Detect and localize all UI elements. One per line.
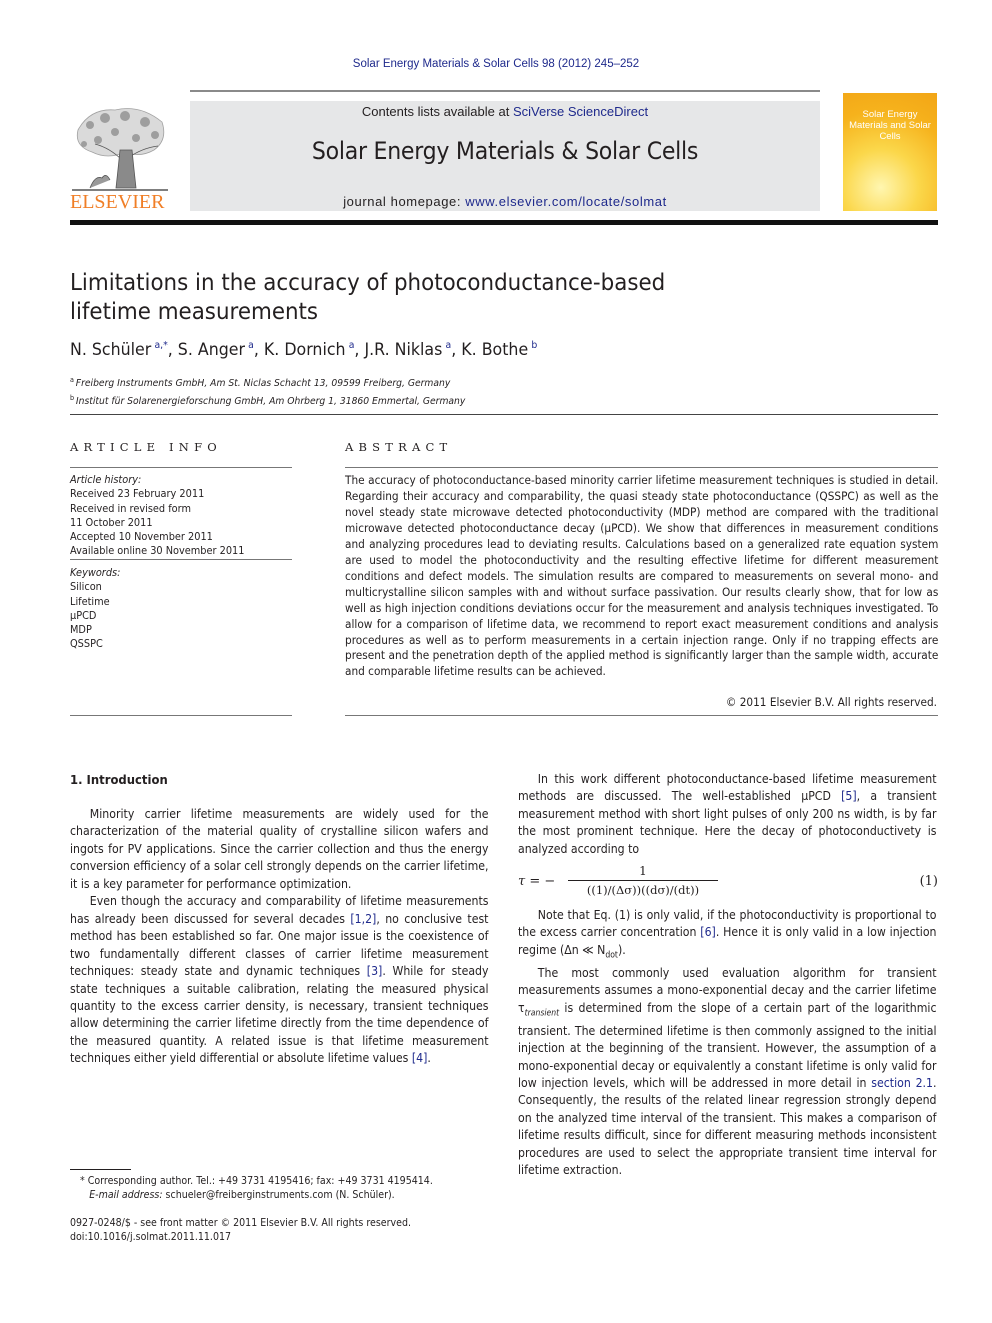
homepage-prefix: journal homepage: xyxy=(343,194,466,209)
divider xyxy=(345,467,938,468)
journal-title: Solar Energy Materials & Solar Cells xyxy=(311,137,699,165)
email-label: E-mail address: xyxy=(89,1189,163,1202)
author-affiliation-mark[interactable]: a,* xyxy=(154,340,167,351)
contents-availability: Contents lists available at SciVerse Sci… xyxy=(190,104,820,119)
right-column-bottom: Note that Eq. (1) is only valid, if the … xyxy=(518,907,937,1180)
divider xyxy=(345,715,938,716)
footnotes: * Corresponding author. Tel.: +49 3731 4… xyxy=(80,1174,433,1202)
history-label: Article history: xyxy=(70,474,142,486)
homepage-link[interactable]: www.elsevier.com/locate/solmat xyxy=(465,194,667,209)
keywords: Keywords: Silicon Lifetime µPCD MDP QSSP… xyxy=(70,566,284,652)
journal-homepage: journal homepage: www.elsevier.com/locat… xyxy=(190,194,820,209)
author-affiliation-mark[interactable]: b xyxy=(531,340,537,351)
equation-number: (1) xyxy=(919,874,938,889)
affiliation-mark: a xyxy=(70,376,74,384)
paragraph: In this work different photoconductance-… xyxy=(518,772,937,856)
abstract-heading: ABSTRACT xyxy=(345,440,453,454)
divider xyxy=(70,715,292,716)
article-info-heading: ARTICLE INFO xyxy=(70,440,222,454)
masthead-box: Contents lists available at SciVerse Sci… xyxy=(190,101,820,211)
affiliations: a Freiberg Instruments GmbH, Am St. Nicl… xyxy=(70,373,465,409)
history-entry: Received 23 February 2011 xyxy=(70,488,205,501)
issn-doi-block: 0927-0248/$ - see front matter © 2011 El… xyxy=(70,1216,411,1244)
author-affiliation-mark[interactable]: a xyxy=(446,340,452,351)
affiliation: b Institut für Solarenergieforschung Gmb… xyxy=(70,391,465,409)
contents-prefix: Contents lists available at xyxy=(361,104,513,119)
equation-fraction: 1 ((1)/(Δσ))((dσ)/(dt)) xyxy=(568,864,718,897)
author: N. Schüler xyxy=(70,340,152,360)
divider xyxy=(70,414,938,415)
equation-1: τ = − 1 ((1)/(Δσ))((dσ)/(dt)) (1) xyxy=(518,864,938,904)
keyword: Silicon xyxy=(70,581,102,594)
right-column-top: In this work different photoconductance-… xyxy=(518,771,937,858)
email-line: E-mail address: schueler@freiberginstrum… xyxy=(80,1188,433,1202)
email-address[interactable]: schueler@freiberginstruments.com (N. Sch… xyxy=(163,1189,395,1201)
footnote-rule xyxy=(70,1169,131,1170)
paragraph: Note that Eq. (1) is only valid, if the … xyxy=(518,908,937,961)
journal-cover-image: Solar Energy Materials and Solar Cells xyxy=(843,93,937,211)
author: K. Bothe xyxy=(461,340,529,360)
author-list: N. Schüler a,*, S. Anger a, K. Dornich a… xyxy=(70,340,538,360)
paragraph: The most commonly used evaluation algori… xyxy=(518,965,937,1178)
citation-link[interactable]: [1,2] xyxy=(350,912,376,926)
citation-link[interactable]: [4] xyxy=(412,1051,428,1065)
affiliation-text: Institut für Solarenergieforschung GmbH,… xyxy=(75,396,466,407)
paragraph: Even though the accuracy and comparabili… xyxy=(70,894,489,1066)
history-entry: Available online 30 November 2011 xyxy=(70,545,245,558)
article-title: Limitations in the accuracy of photocond… xyxy=(70,270,666,325)
affiliation: a Freiberg Instruments GmbH, Am St. Nicl… xyxy=(70,373,465,391)
fraction-bar xyxy=(568,880,718,881)
citation-link[interactable]: [5] xyxy=(841,789,857,803)
sciencedirect-link[interactable]: SciVerse ScienceDirect xyxy=(513,104,648,119)
citation-link[interactable]: [6] xyxy=(700,925,716,939)
keyword: Lifetime xyxy=(70,595,110,608)
history-entry: Accepted 10 November 2011 xyxy=(70,531,213,544)
doi[interactable]: doi:10.1016/j.solmat.2011.11.017 xyxy=(70,1230,411,1244)
author-affiliation-mark[interactable]: a xyxy=(349,340,355,351)
author: J.R. Niklas xyxy=(364,340,443,360)
keyword: QSSPC xyxy=(70,638,103,651)
citation-link[interactable]: section 2.1 xyxy=(871,1076,933,1090)
masthead-top-rule xyxy=(190,90,820,92)
subscript: dot xyxy=(605,950,618,961)
divider xyxy=(70,559,292,560)
abstract-text: The accuracy of photoconductance-based m… xyxy=(345,474,939,679)
article-history: Article history: Received 23 February 20… xyxy=(70,473,284,559)
equation-denominator: ((1)/(Δσ))((dσ)/(dt)) xyxy=(586,883,700,897)
affiliation-mark: b xyxy=(70,394,75,402)
keyword: µPCD xyxy=(70,609,97,622)
affiliation-text: Freiberg Instruments GmbH, Am St. Niclas… xyxy=(75,378,451,389)
equation-lhs: τ = − xyxy=(518,874,556,889)
divider xyxy=(70,467,292,468)
paragraph: Minority carrier lifetime measurements a… xyxy=(70,807,489,891)
author: K. Dornich xyxy=(263,340,346,360)
corresponding-author-note: * Corresponding author. Tel.: +49 3731 4… xyxy=(80,1175,433,1187)
section-heading: 1. Introduction xyxy=(70,772,168,787)
masthead-bottom-rule xyxy=(70,220,938,225)
history-entry: Received in revised form xyxy=(70,502,192,515)
citation-link[interactable]: [3] xyxy=(367,964,383,978)
elsevier-wordmark: ELSEVIER xyxy=(70,191,165,213)
keywords-label: Keywords: xyxy=(70,567,121,579)
left-column: Minority carrier lifetime measurements a… xyxy=(70,806,489,1068)
issn-line: 0927-0248/$ - see front matter © 2011 El… xyxy=(70,1217,411,1229)
author-affiliation-mark[interactable]: a xyxy=(248,340,254,351)
journal-citation: Solar Energy Materials & Solar Cells 98 … xyxy=(352,58,640,70)
abstract-copyright: © 2011 Elsevier B.V. All rights reserved… xyxy=(725,696,937,709)
cover-title: Solar Energy Materials and Solar Cells xyxy=(849,109,931,142)
equation-numerator: 1 xyxy=(639,864,647,878)
author: S. Anger xyxy=(177,340,245,360)
history-entry: 11 October 2011 xyxy=(70,516,153,529)
keyword: MDP xyxy=(70,624,92,637)
subscript: transient xyxy=(524,1008,560,1019)
